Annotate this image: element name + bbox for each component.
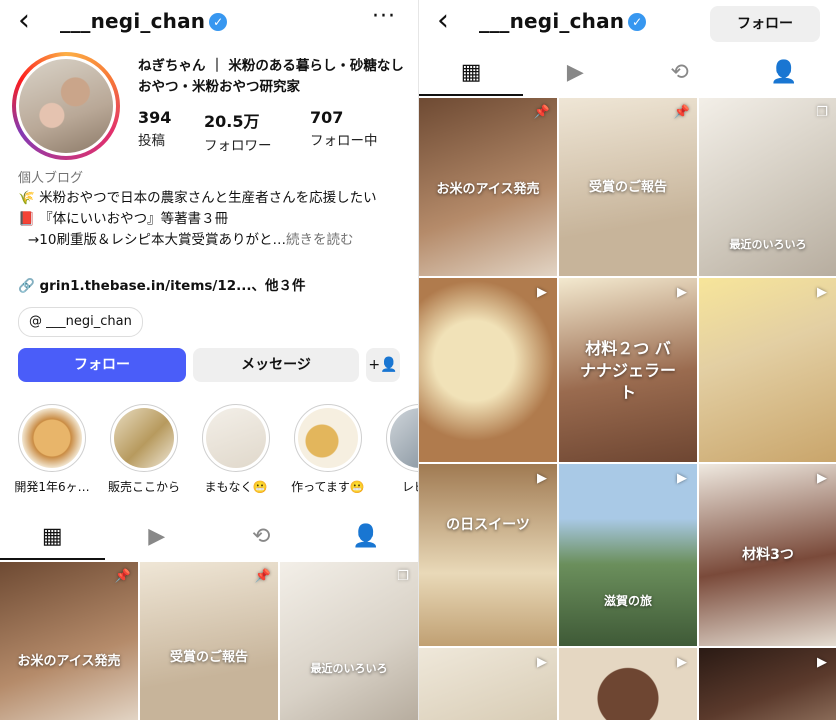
profile-bio: 🌾 米粉おやつで日本の農家さんと生産者さんを応援したい 📕 『体にいいおやつ』等…: [18, 190, 377, 248]
video-icon: ▶: [537, 471, 547, 486]
post-thumbnail[interactable]: 受賞のご報告 📌: [140, 562, 278, 720]
post-thumbnail[interactable]: ▶: [419, 648, 557, 720]
pin-icon: 📌: [533, 105, 551, 120]
video-icon: ▶: [537, 655, 547, 670]
add-person-icon: +👤: [368, 357, 398, 373]
video-icon: ▶: [817, 655, 827, 670]
link-icon: 🔗: [18, 278, 35, 294]
header: ‹ ___negi_chan ✓ ···: [0, 0, 418, 44]
highlight-1[interactable]: 開発1年6ヶ…: [14, 404, 90, 495]
follow-button[interactable]: フォロー: [18, 348, 186, 382]
tab-reposts[interactable]: ⟲: [628, 50, 732, 96]
profile-tabs: ▦ ▶ ⟲ 👤: [0, 514, 418, 560]
post-grid: お米のアイス発売 📌 受賞のご報告 📌 最近のいろいろ ❐: [0, 562, 418, 720]
highlight-5[interactable]: レビュ: [382, 404, 418, 495]
read-more-link[interactable]: 続きを読む: [286, 232, 354, 248]
carousel-icon: ❐: [397, 569, 409, 584]
video-icon: ▶: [817, 471, 827, 486]
tab-posts-grid[interactable]: ▦: [0, 514, 105, 560]
tagged-user-icon: 👤: [352, 524, 380, 549]
profile-display-name: ねぎちゃん ｜ 米粉のある暮らし・砂糖なしおやつ・米粉おやつ研究家: [138, 58, 404, 95]
highlight-3[interactable]: まもなく😬: [198, 404, 274, 495]
post-thumbnail[interactable]: の日スイーツ ▶: [419, 464, 557, 646]
post-thumbnail[interactable]: 最近のいろいろ ❐: [699, 98, 836, 276]
video-icon: ▶: [677, 655, 687, 670]
video-icon: ▶: [677, 285, 687, 300]
video-icon: ▶: [537, 285, 547, 300]
back-arrow-icon[interactable]: ‹: [18, 6, 30, 36]
more-options-icon[interactable]: ···: [372, 4, 396, 29]
highlight-cover: [22, 408, 82, 468]
stat-following[interactable]: 707 フォロー中: [310, 108, 378, 149]
tab-tagged[interactable]: 👤: [314, 514, 419, 560]
profile-panel-left: ‹ ___negi_chan ✓ ··· ねぎちゃん ｜ 米粉のある暮らし・砂糖な…: [0, 0, 418, 720]
highlight-cover: [114, 408, 174, 468]
tab-tagged[interactable]: 👤: [732, 50, 836, 96]
post-thumbnail[interactable]: ▶: [419, 278, 557, 462]
avatar[interactable]: [12, 52, 120, 160]
stat-followers[interactable]: 20.5万 フォロワー: [204, 108, 272, 154]
repost-icon: ⟲: [670, 60, 689, 85]
repost-icon: ⟲: [252, 524, 271, 549]
suggest-user-button[interactable]: +👤: [366, 348, 400, 382]
video-icon: ▶: [817, 285, 827, 300]
pin-icon: 📌: [114, 569, 132, 584]
carousel-icon: ❐: [816, 105, 828, 120]
follow-button[interactable]: フォロー: [710, 6, 820, 42]
post-thumbnail[interactable]: 材料２つ バナナジェラート ▶: [559, 278, 697, 462]
highlight-cover: [390, 408, 418, 468]
post-thumbnail[interactable]: お米のアイス発売 📌: [0, 562, 138, 720]
post-thumbnail[interactable]: 滋賀の旅 ▶: [559, 464, 697, 646]
post-thumbnail[interactable]: 受賞のご報告 📌: [559, 98, 697, 276]
verified-badge-icon: ✓: [209, 13, 228, 31]
grid-icon: ▦: [41, 524, 63, 549]
back-arrow-icon[interactable]: ‹: [437, 6, 449, 36]
stat-posts: 394 投稿: [138, 108, 172, 149]
post-thumbnail[interactable]: ▶: [699, 648, 836, 720]
reels-icon: ▶: [566, 60, 584, 85]
highlight-cover: [206, 408, 266, 468]
verified-badge-icon: ✓: [628, 13, 647, 31]
username: ___negi_chan ✓: [60, 9, 228, 33]
highlight-cover: [298, 408, 358, 468]
post-thumbnail[interactable]: 材料3つ ▶: [699, 464, 836, 646]
grid-icon: ▦: [460, 60, 482, 85]
profile-link[interactable]: 🔗 grin1.thebase.in/items/12...、他３件: [18, 274, 306, 294]
tab-posts-grid[interactable]: ▦: [419, 50, 524, 96]
post-thumbnail[interactable]: ▶: [699, 278, 836, 462]
profile-panel-right: ‹ ___negi_chan ✓ フォロー ▦ ▶ ⟲ 👤 お米のアイス発売 📌 …: [418, 0, 836, 720]
username: ___negi_chan ✓: [479, 9, 647, 33]
highlight-2[interactable]: 販売ここから: [106, 404, 182, 495]
post-grid: お米のアイス発売 📌 受賞のご報告 📌 最近のいろいろ ❐ ▶ 材料２つ バナナ…: [419, 98, 836, 720]
tab-reels[interactable]: ▶: [523, 50, 627, 96]
tab-reels[interactable]: ▶: [105, 514, 210, 560]
tab-reposts[interactable]: ⟲: [209, 514, 314, 560]
pin-icon: 📌: [254, 569, 272, 584]
header: ‹ ___negi_chan ✓ フォロー: [419, 0, 836, 44]
tagged-user-icon: 👤: [770, 60, 798, 85]
profile-tabs: ▦ ▶ ⟲ 👤: [419, 50, 836, 96]
post-thumbnail[interactable]: ▶: [559, 648, 697, 720]
message-button[interactable]: メッセージ: [193, 348, 359, 382]
video-icon: ▶: [677, 471, 687, 486]
highlight-4[interactable]: 作ってます😬: [290, 404, 366, 495]
pin-icon: 📌: [673, 105, 691, 120]
threads-badge[interactable]: @ ___negi_chan: [18, 307, 143, 337]
reels-icon: ▶: [148, 524, 166, 549]
post-thumbnail[interactable]: 最近のいろいろ ❐: [280, 562, 418, 720]
threads-icon: @: [29, 314, 42, 329]
profile-category: 個人ブログ: [18, 171, 84, 186]
post-thumbnail[interactable]: お米のアイス発売 📌: [419, 98, 557, 276]
avatar-image: [19, 59, 113, 153]
